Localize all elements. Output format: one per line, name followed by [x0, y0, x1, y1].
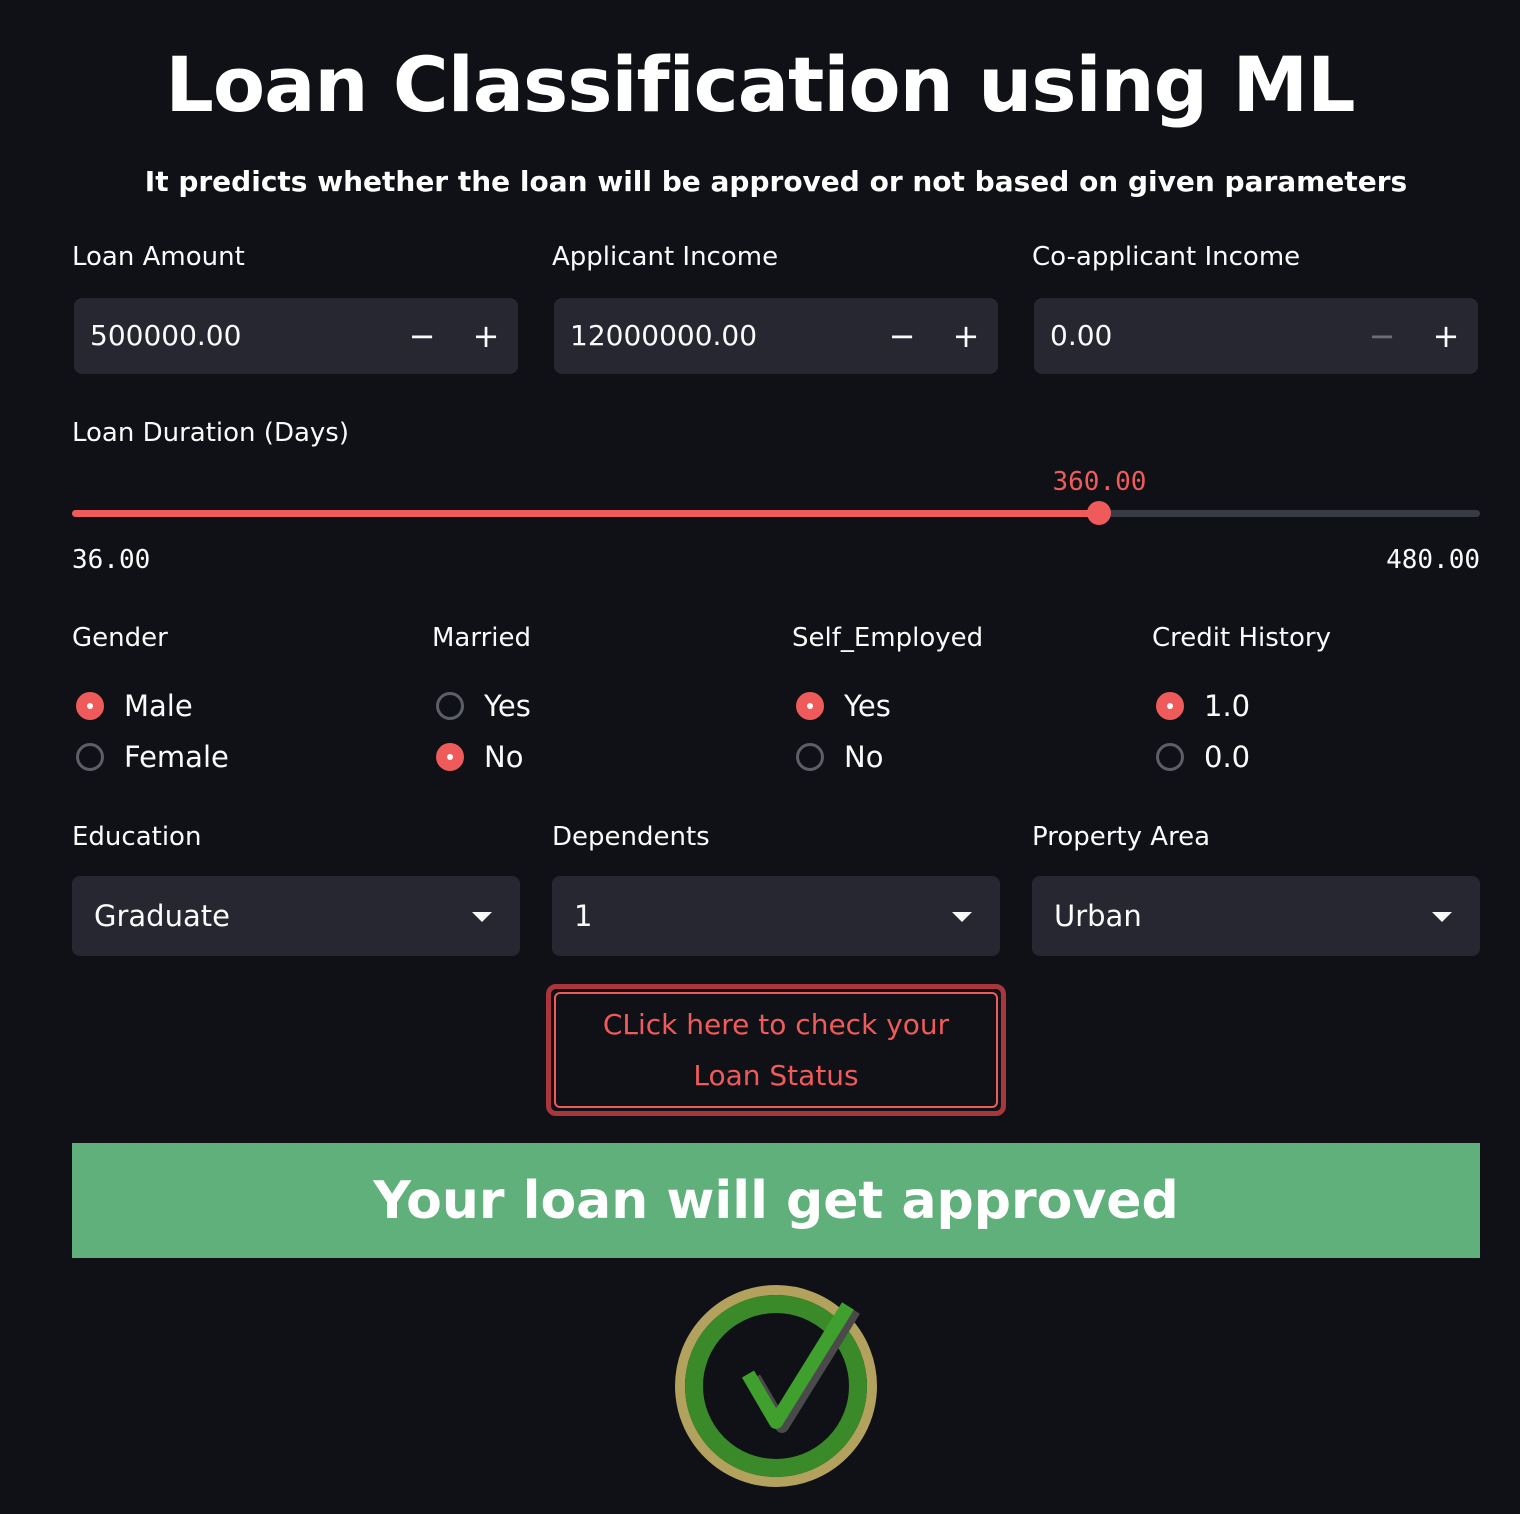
- dependents-select[interactable]: 1: [552, 876, 1000, 956]
- dependents-selected-value: 1: [574, 899, 593, 933]
- loan-amount-input[interactable]: 500000.00 − +: [74, 298, 518, 374]
- radio-selected-icon[interactable]: [436, 742, 464, 771]
- gender-radio-group: Male Female: [72, 680, 229, 782]
- applicant-income-label: Applicant Income: [552, 242, 779, 272]
- page-title: Loan Classification using ML: [165, 40, 1355, 129]
- slider-max-value: 480.00: [1386, 545, 1480, 575]
- result-banner: Your loan will get approved: [72, 1143, 1480, 1258]
- married-option-yes[interactable]: Yes: [432, 680, 531, 731]
- radio-unselected-icon[interactable]: [796, 742, 824, 771]
- chevron-down-icon: [1432, 912, 1452, 922]
- radio-selected-icon[interactable]: [1156, 691, 1184, 720]
- education-selected-value: Graduate: [94, 899, 230, 933]
- loan-amount-label: Loan Amount: [72, 242, 245, 272]
- radio-unselected-icon[interactable]: [436, 691, 464, 720]
- check-loan-status-button[interactable]: CLick here to check your Loan Status: [546, 984, 1006, 1116]
- married-option-no[interactable]: No: [432, 731, 531, 782]
- button-label-line-1: CLick here to check your: [602, 1008, 950, 1041]
- check-circle-icon: [675, 1285, 877, 1487]
- chevron-down-icon: [472, 912, 492, 922]
- radio-option-label: Yes: [844, 688, 891, 723]
- education-label: Education: [72, 822, 202, 852]
- self-employed-option-no[interactable]: No: [792, 731, 891, 782]
- radio-option-label: Male: [124, 688, 193, 723]
- self-employed-option-yes[interactable]: Yes: [792, 680, 891, 731]
- coapplicant-income-label: Co-applicant Income: [1032, 242, 1301, 272]
- credit-history-option-1[interactable]: 1.0: [1152, 680, 1250, 731]
- radio-unselected-icon[interactable]: [76, 742, 104, 771]
- credit-history-label: Credit History: [1152, 623, 1331, 653]
- coapplicant-income-input[interactable]: 0.00 − +: [1034, 298, 1478, 374]
- self-employed-radio-group: Yes No: [792, 680, 891, 782]
- slider-min-value: 36.00: [72, 545, 151, 575]
- check-loan-status-button-inner[interactable]: CLick here to check your Loan Status: [554, 992, 998, 1108]
- education-select[interactable]: Graduate: [72, 876, 520, 956]
- radio-option-label: Female: [124, 739, 229, 774]
- radio-option-label: No: [484, 739, 524, 774]
- applicant-income-value[interactable]: 12000000.00: [570, 298, 757, 374]
- loan-duration-label: Loan Duration (Days): [72, 418, 349, 448]
- loan-amount-increment-button[interactable]: +: [454, 298, 518, 374]
- credit-history-radio-group: 1.0 0.0: [1152, 680, 1250, 782]
- radio-unselected-icon[interactable]: [1156, 742, 1184, 771]
- loan-amount-decrement-button[interactable]: −: [390, 298, 454, 374]
- applicant-income-increment-button[interactable]: +: [934, 298, 998, 374]
- slider-fill: [72, 510, 1100, 517]
- page-subtitle: It predicts whether the loan will be app…: [144, 165, 1408, 198]
- app-page: Loan Classification using ML It predicts…: [0, 0, 1520, 1514]
- coapplicant-income-decrement-button[interactable]: −: [1350, 298, 1414, 374]
- loan-amount-value[interactable]: 500000.00: [90, 298, 241, 374]
- loan-duration-value: 360.00: [1052, 467, 1147, 497]
- button-label-line-2: Loan Status: [693, 1059, 859, 1092]
- property-area-label: Property Area: [1032, 822, 1211, 852]
- radio-option-label: 1.0: [1204, 688, 1251, 723]
- radio-option-label: Yes: [484, 688, 531, 723]
- property-area-selected-value: Urban: [1054, 899, 1142, 933]
- property-area-select[interactable]: Urban: [1032, 876, 1480, 956]
- applicant-income-input[interactable]: 12000000.00 − +: [554, 298, 998, 374]
- check-loan-status-button-label: CLick here to check your Loan Status: [596, 999, 956, 1101]
- chevron-down-icon: [952, 912, 972, 922]
- radio-option-label: 0.0: [1204, 739, 1251, 774]
- coapplicant-income-increment-button[interactable]: +: [1414, 298, 1478, 374]
- loan-duration-slider[interactable]: [72, 501, 1480, 525]
- result-message: Your loan will get approved: [373, 1170, 1179, 1231]
- credit-history-option-0[interactable]: 0.0: [1152, 731, 1250, 782]
- radio-selected-icon[interactable]: [796, 691, 824, 720]
- married-radio-group: Yes No: [432, 680, 531, 782]
- married-label: Married: [432, 623, 532, 653]
- slider-thumb[interactable]: [1087, 501, 1112, 525]
- self-employed-label: Self_Employed: [792, 623, 984, 653]
- radio-selected-icon[interactable]: [76, 691, 104, 720]
- radio-option-label: No: [844, 739, 884, 774]
- dependents-label: Dependents: [552, 822, 710, 852]
- coapplicant-income-value[interactable]: 0.00: [1050, 298, 1112, 374]
- applicant-income-decrement-button[interactable]: −: [870, 298, 934, 374]
- gender-label: Gender: [72, 623, 168, 653]
- gender-option-male[interactable]: Male: [72, 680, 229, 731]
- gender-option-female[interactable]: Female: [72, 731, 229, 782]
